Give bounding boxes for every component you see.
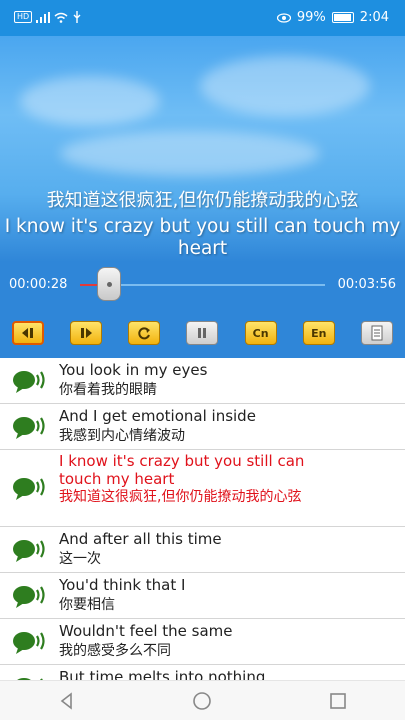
usb-icon <box>73 11 81 23</box>
repeat-button[interactable] <box>128 321 161 345</box>
cloud-decoration <box>20 76 160 126</box>
cloud-decoration <box>60 131 320 176</box>
speaker-icon[interactable] <box>12 475 48 501</box>
previous-button[interactable] <box>12 321 44 345</box>
lyric-row[interactable]: You'd think that I 你要相信 <box>0 573 405 619</box>
current-time: 00:00:28 <box>9 277 68 292</box>
lyric-chinese: 我感到内心情绪波动 <box>59 428 185 444</box>
speaker-icon[interactable] <box>12 583 48 609</box>
eye-icon <box>276 12 291 23</box>
chinese-toggle-button[interactable]: Cn <box>244 321 277 345</box>
system-nav-bar <box>0 680 405 720</box>
progress-bar: 00:00:28 00:03:56 <box>0 262 405 308</box>
seek-thumb[interactable] <box>97 267 122 301</box>
repeat-icon <box>138 327 151 340</box>
lyric-english: And I get emotional inside <box>59 407 256 425</box>
status-left: HD <box>14 11 82 23</box>
lyric-chinese: 你要相信 <box>59 597 115 613</box>
lyric-english: You'd think that I <box>59 576 186 594</box>
pause-button[interactable] <box>186 321 219 345</box>
speaker-icon[interactable] <box>12 537 48 563</box>
status-right: 99% 2:04 <box>276 10 389 25</box>
lyric-english: Wouldn't feel the same <box>59 622 233 640</box>
signal-icon <box>36 11 51 23</box>
video-area[interactable]: 我知道这很疯狂,但你仍能撩动我的心弦 I know it's crazy but… <box>0 36 405 262</box>
lyric-row[interactable]: And I get emotional inside 我感到内心情绪波动 <box>0 404 405 450</box>
english-toggle-button[interactable]: En <box>302 321 335 345</box>
lyric-chinese: 我知道这很疯狂,但你仍能撩动我的心弦 <box>59 489 302 505</box>
next-button[interactable] <box>70 321 103 345</box>
total-time: 00:03:56 <box>337 277 396 292</box>
pause-icon <box>198 328 207 338</box>
speaker-icon[interactable] <box>12 629 48 655</box>
speaker-icon[interactable] <box>12 414 48 440</box>
lyric-english: And after all this time <box>59 530 222 548</box>
document-button[interactable] <box>360 321 393 345</box>
lyric-chinese: 这一次 <box>59 551 101 567</box>
lyric-chinese: 你看着我的眼睛 <box>59 382 157 398</box>
lyric-english: I know it's crazy but you still can touc… <box>59 452 305 488</box>
player-toolbar: Cn En <box>0 308 405 358</box>
lyric-english: But time melts into nothing <box>59 668 266 680</box>
lyric-row[interactable]: Wouldn't feel the same 我的感受多么不同 <box>0 619 405 665</box>
lyric-row[interactable]: And after all this time 这一次 <box>0 527 405 573</box>
back-icon[interactable] <box>58 691 76 710</box>
recents-icon[interactable] <box>329 692 347 710</box>
lyrics-list[interactable]: You look in my eyes 你看着我的眼睛 And I get em… <box>0 358 405 680</box>
lyric-row[interactable]: But time melts into nothing <box>0 665 405 680</box>
hd-icon: HD <box>14 11 33 23</box>
battery-icon <box>331 12 354 23</box>
lyric-row[interactable]: You look in my eyes 你看着我的眼睛 <box>0 358 405 404</box>
document-icon <box>371 325 383 341</box>
lyric-chinese: 我的感受多么不同 <box>59 643 171 659</box>
next-icon <box>81 328 93 338</box>
lyric-row-active[interactable]: I know it's crazy but you still can touc… <box>0 450 405 527</box>
cloud-decoration <box>200 56 370 116</box>
battery-percent: 99% <box>296 10 326 25</box>
speaker-icon[interactable] <box>12 368 48 394</box>
wifi-icon <box>54 12 68 23</box>
subtitle-english: I know it's crazy but you still can touc… <box>4 216 401 259</box>
home-icon[interactable] <box>192 691 212 711</box>
lyric-english: You look in my eyes <box>59 361 208 379</box>
status-bar: HD 99% 2:04 <box>0 0 405 36</box>
previous-icon <box>22 328 33 338</box>
subtitle-chinese: 我知道这很疯狂,但你仍能撩动我的心弦 <box>46 190 359 211</box>
clock: 2:04 <box>359 10 389 25</box>
